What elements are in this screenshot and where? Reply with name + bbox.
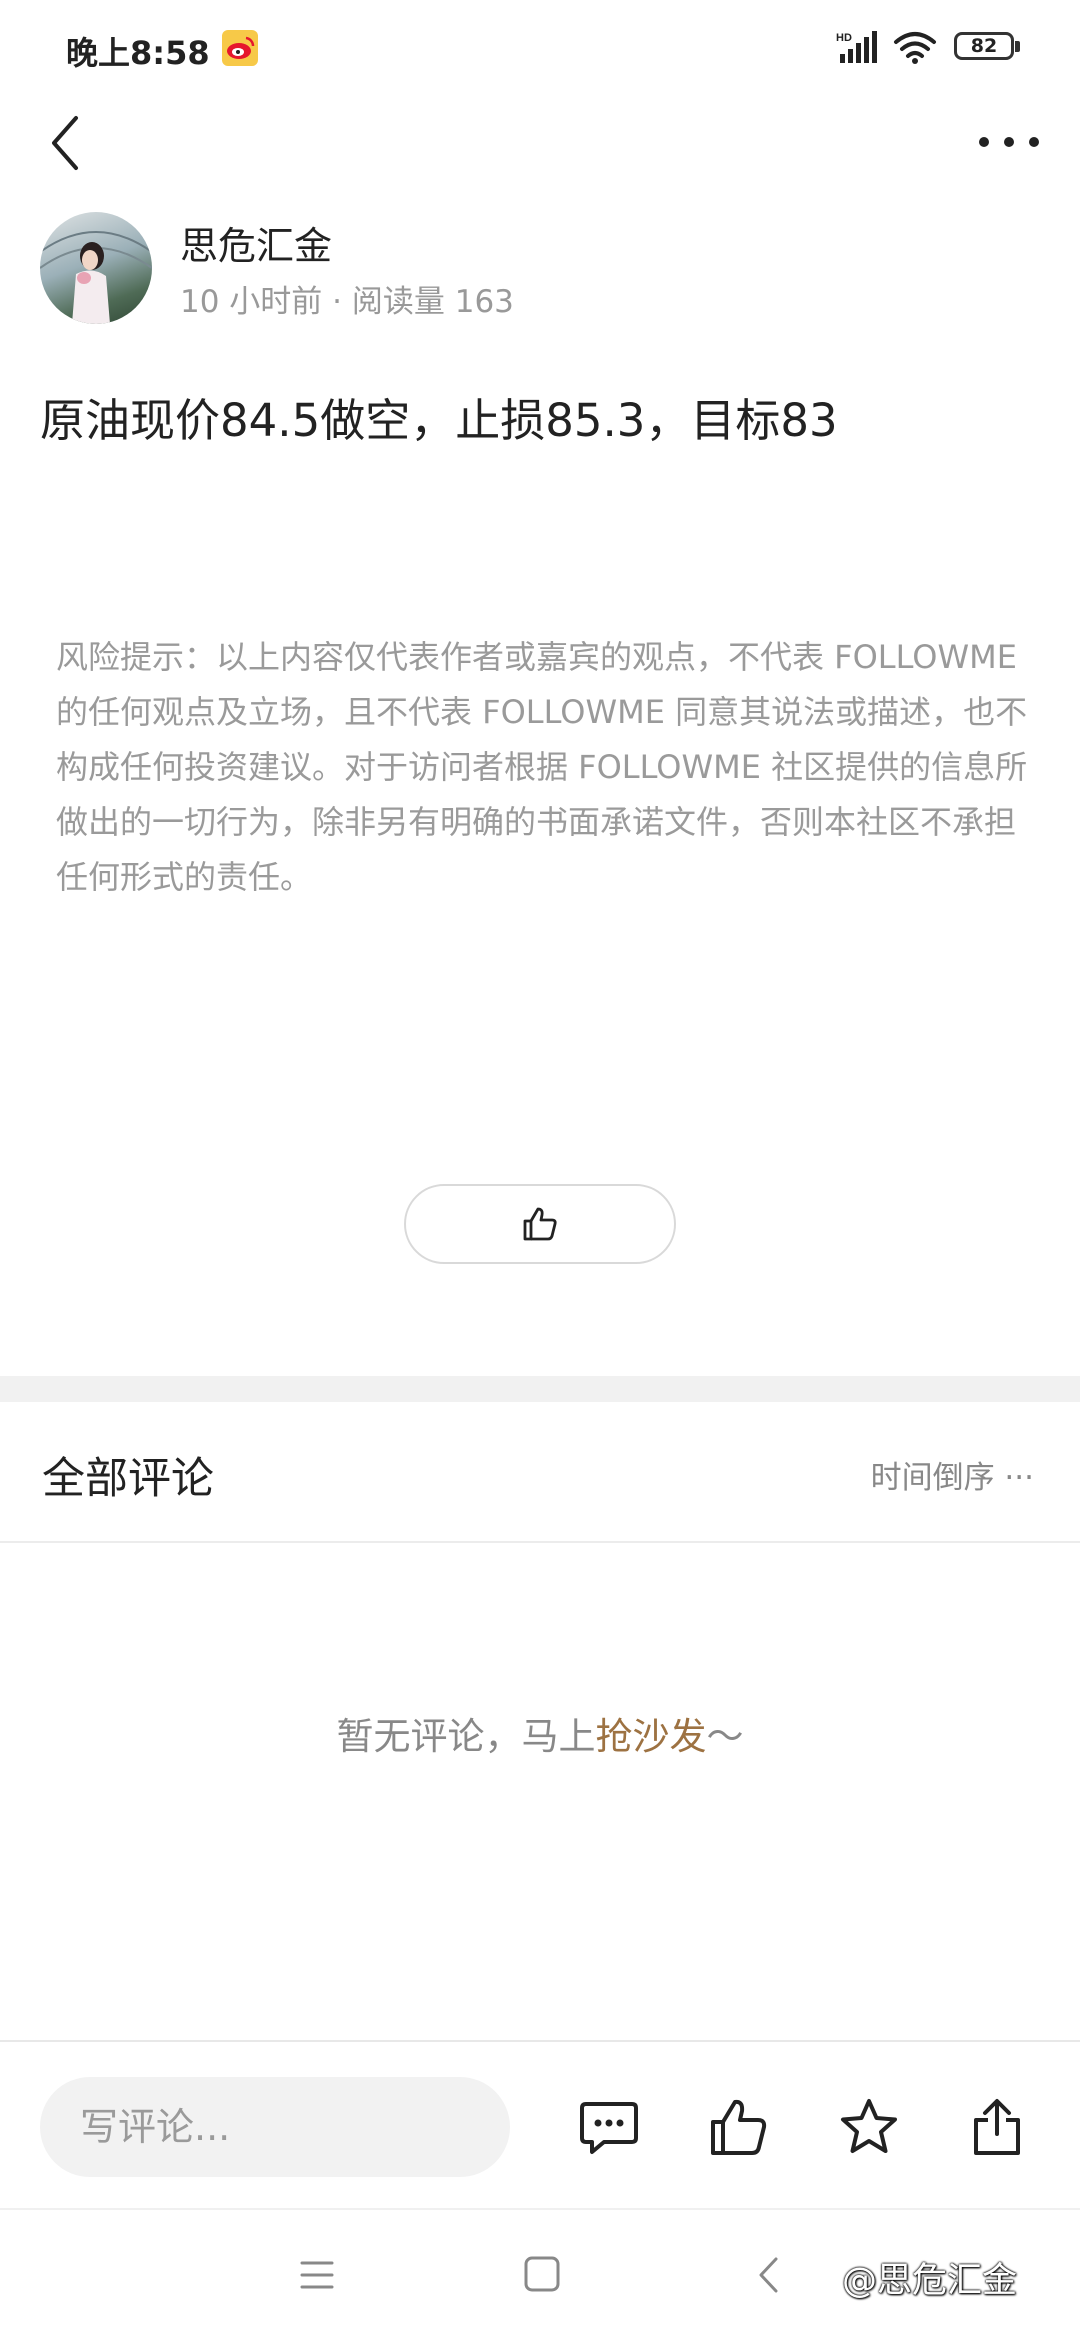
weibo-watermark: @思危汇金 (842, 2261, 1018, 2301)
author-avatar[interactable] (40, 212, 152, 324)
post-title: 原油现价84.5做空，止损85.3，目标83 (40, 394, 838, 447)
battery-cap (1015, 41, 1020, 52)
action-bar-divider (0, 2040, 1080, 2042)
empty-comments-message: 暂无评论，马上抢沙发～ (0, 1706, 1080, 1760)
home-icon[interactable] (523, 2255, 561, 2293)
empty-comments-prefix: 暂无评论，马上 (336, 1715, 596, 1758)
status-time: 晚上8:58 (66, 34, 210, 72)
like-button[interactable] (708, 2096, 770, 2158)
more-dots-icon[interactable] (976, 130, 1042, 154)
section-divider (0, 1376, 1080, 1402)
post-like-button[interactable] (404, 1184, 676, 1264)
author-name[interactable]: 思危汇金 (180, 215, 332, 270)
comments-divider (0, 1541, 1080, 1543)
weibo-notification-icon (222, 30, 258, 66)
star-icon (841, 2099, 897, 2153)
grab-sofa-link[interactable]: 抢沙发 (596, 1715, 707, 1758)
share-button[interactable] (966, 2096, 1028, 2158)
recent-apps-icon[interactable] (300, 2258, 334, 2292)
comment-bubble-icon (580, 2102, 638, 2154)
thumbs-up-icon (523, 1207, 557, 1241)
empty-comments-suffix: ～ (706, 1715, 744, 1758)
comment-input[interactable] (40, 2077, 510, 2177)
system-nav-divider (0, 2208, 1080, 2210)
comments-button[interactable] (578, 2096, 640, 2158)
signal-hd-badge: HD (836, 32, 852, 44)
comment-sort-button[interactable]: 时间倒序 ··· (871, 1452, 1034, 1497)
system-back-icon[interactable] (754, 2256, 784, 2294)
thumbs-up-icon (711, 2099, 767, 2155)
risk-disclaimer: 风险提示：以上内容仅代表作者或嘉宾的观点，不代表 FOLLOWME 的任何观点及… (56, 638, 1028, 896)
wifi-icon (893, 30, 937, 68)
cellular-signal-icon: HD (836, 30, 882, 68)
battery-indicator: 82 (954, 32, 1014, 60)
back-arrow-icon[interactable] (44, 112, 88, 174)
share-icon (974, 2099, 1020, 2155)
comments-title: 全部评论 (42, 1454, 214, 1504)
post-meta: 10 小时前 · 阅读量 163 (180, 284, 514, 320)
favorite-button[interactable] (838, 2096, 900, 2158)
